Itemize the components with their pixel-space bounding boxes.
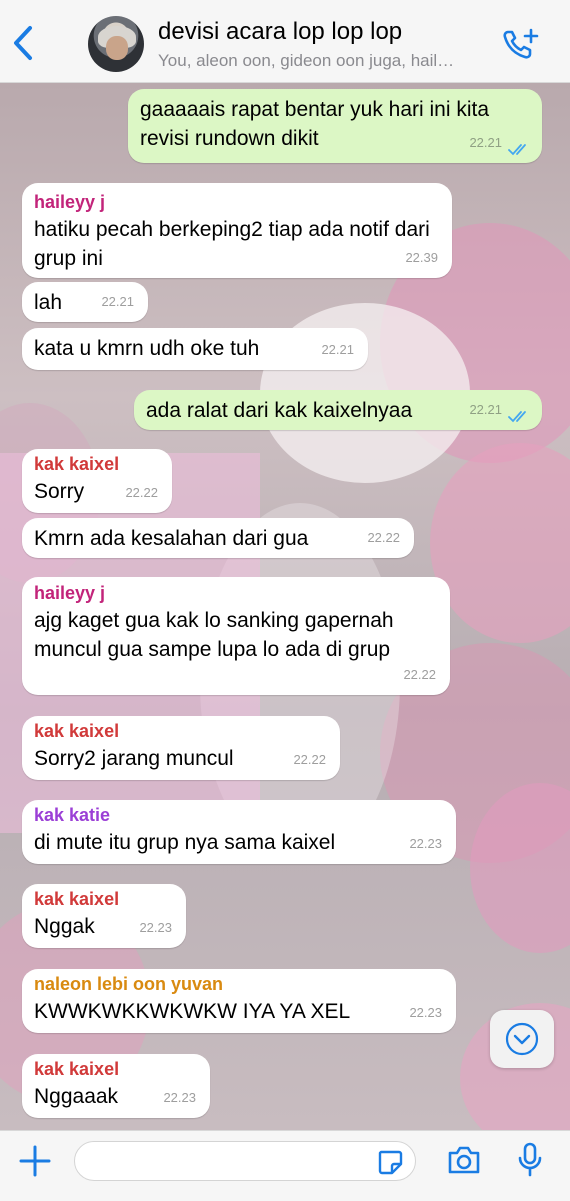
message-text: Sorry bbox=[34, 480, 85, 503]
incoming-message[interactable]: kata u kmrn udh oke tuh 22.21 bbox=[22, 328, 368, 370]
message-text: Nggaaak bbox=[34, 1085, 119, 1108]
message-text: gaaaaais rapat bentar yuk hari ini kita … bbox=[140, 98, 490, 150]
message-timestamp: 22.21 bbox=[321, 342, 354, 357]
message-sender[interactable]: kak kaixel bbox=[34, 720, 326, 742]
message-text: Sorry2 jarang muncul bbox=[34, 747, 234, 770]
message-sender[interactable]: kak katie bbox=[34, 804, 442, 826]
message-input[interactable] bbox=[74, 1141, 416, 1181]
message-text: di mute itu grup nya sama kaixel bbox=[34, 831, 336, 854]
camera-icon[interactable] bbox=[446, 1144, 482, 1176]
chat-title[interactable]: devisi acara lop lop lop bbox=[158, 18, 402, 46]
message-timestamp: 22.23 bbox=[409, 1005, 442, 1020]
chat-members-subtitle[interactable]: You, aleon oon, gideon oon juga, hail… bbox=[158, 51, 488, 71]
composer-bar bbox=[0, 1130, 570, 1201]
message-sender[interactable]: haileyy j bbox=[34, 582, 436, 604]
message-timestamp: 22.22 bbox=[403, 667, 436, 682]
incoming-message[interactable]: kak kaixel Nggak 22.23 bbox=[22, 884, 186, 948]
message-timestamp: 22.23 bbox=[163, 1090, 196, 1105]
message-sender[interactable]: kak kaixel bbox=[34, 1058, 196, 1080]
incoming-message[interactable]: kak kaixel Sorry2 jarang muncul 22.22 bbox=[22, 716, 340, 780]
message-timestamp: 22.22 bbox=[293, 752, 326, 767]
sticker-icon[interactable] bbox=[376, 1148, 404, 1176]
message-text: lah bbox=[34, 291, 63, 314]
message-text: KWWKWKKWKWKW IYA YA XEL bbox=[34, 1000, 351, 1023]
incoming-message[interactable]: haileyy j ajg kaget gua kak lo sanking ga… bbox=[22, 577, 450, 695]
message-timestamp: 22.22 bbox=[125, 485, 158, 500]
message-timestamp: 22.23 bbox=[409, 836, 442, 851]
message-sender[interactable]: kak kaixel bbox=[34, 888, 172, 910]
message-timestamp: 22.22 bbox=[367, 530, 400, 545]
incoming-message[interactable]: naleon lebi oon yuvan KWWKWKKWKWKW IYA YA… bbox=[22, 969, 456, 1033]
double-check-icon bbox=[508, 411, 526, 423]
message-timestamp: 22.39 bbox=[405, 250, 438, 265]
message-sender[interactable]: kak kaixel bbox=[34, 453, 158, 475]
message-timestamp: 22.23 bbox=[139, 920, 172, 935]
message-text: Kmrn ada kesalahan dari gua bbox=[34, 527, 309, 550]
incoming-message[interactable]: Kmrn ada kesalahan dari gua 22.22 bbox=[22, 518, 414, 558]
message-sender[interactable]: naleon lebi oon yuvan bbox=[34, 973, 442, 995]
incoming-message[interactable]: haileyy j hatiku pecah berkeping2 tiap ad… bbox=[22, 183, 452, 278]
outgoing-message[interactable]: ada ralat dari kak kaixelnyaa 22.21 bbox=[134, 390, 542, 430]
incoming-message[interactable]: kak katie di mute itu grup nya sama kaixe… bbox=[22, 800, 456, 864]
message-text: Nggak bbox=[34, 915, 95, 938]
message-timestamp: 22.21 bbox=[469, 402, 502, 417]
message-timestamp: 22.21 bbox=[469, 135, 502, 150]
message-sender[interactable]: haileyy j bbox=[34, 191, 438, 213]
scroll-to-bottom-button[interactable] bbox=[490, 1010, 554, 1068]
double-check-icon bbox=[508, 144, 526, 156]
message-text: ada ralat dari kak kaixelnyaa bbox=[146, 399, 413, 422]
outgoing-message[interactable]: gaaaaais rapat bentar yuk hari ini kita … bbox=[128, 89, 542, 163]
incoming-message[interactable]: kak kaixel Nggaaak 22.23 bbox=[22, 1054, 210, 1118]
back-chevron-icon[interactable] bbox=[8, 22, 36, 64]
message-text: kata u kmrn udh oke tuh bbox=[34, 337, 260, 360]
message-text: ajg kaget gua kak lo sanking gapernah mu… bbox=[34, 609, 394, 661]
plus-icon[interactable] bbox=[18, 1144, 52, 1178]
message-timestamp: 22.21 bbox=[101, 294, 134, 309]
message-text: hatiku pecah berkeping2 tiap ada notif d… bbox=[34, 218, 430, 270]
add-call-icon[interactable] bbox=[500, 26, 540, 62]
incoming-message[interactable]: lah 22.21 bbox=[22, 282, 148, 322]
microphone-icon[interactable] bbox=[516, 1141, 544, 1179]
group-avatar[interactable] bbox=[88, 16, 144, 72]
incoming-message[interactable]: kak kaixel Sorry 22.22 bbox=[22, 449, 172, 513]
chat-header: devisi acara lop lop lop You, aleon oon,… bbox=[0, 0, 570, 83]
chevron-down-icon bbox=[505, 1022, 539, 1056]
